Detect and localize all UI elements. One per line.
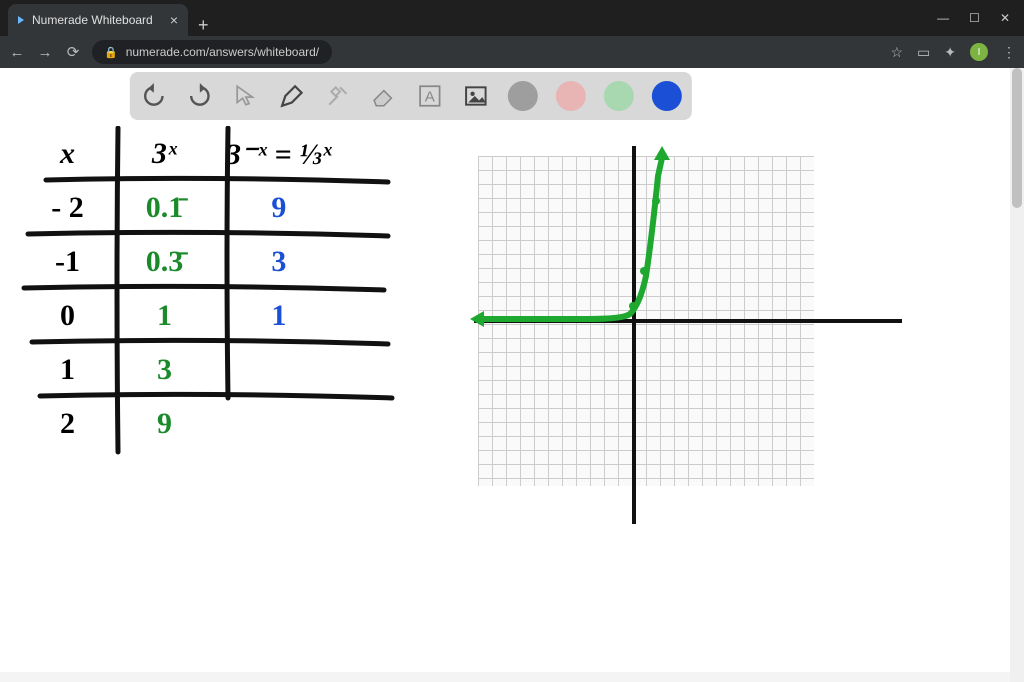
cell-3x: 1 xyxy=(117,290,212,342)
pointer-tool[interactable] xyxy=(232,82,260,110)
th-3negx: 3⁻ˣ = ⅓ˣ xyxy=(214,128,344,180)
browser-titlebar: Numerade Whiteboard × + — ☐ ✕ xyxy=(0,0,1024,36)
th-3x: 3ˣ xyxy=(117,128,212,180)
minimize-button[interactable]: — xyxy=(937,11,949,25)
forward-button[interactable]: → xyxy=(36,44,54,61)
close-tab-button[interactable]: × xyxy=(170,12,178,28)
close-window-button[interactable]: ✕ xyxy=(1000,11,1010,25)
undo-button[interactable] xyxy=(140,82,168,110)
cell-x: 1 xyxy=(20,344,115,396)
window-controls: — ☐ ✕ xyxy=(923,11,1024,25)
address-bar: ← → ⟳ 🔒 numerade.com/answers/whiteboard/… xyxy=(0,36,1024,68)
cell-x: 0 xyxy=(20,290,115,342)
data-table: x 3ˣ 3⁻ˣ = ⅓ˣ - 20.1̄9 -10.3̄3 011 13 29 xyxy=(18,126,346,452)
scrollbar-thumb[interactable] xyxy=(1012,68,1022,208)
cell-3x: 9 xyxy=(117,398,212,450)
cell-3nx xyxy=(214,344,344,396)
extensions-button[interactable]: ✦ xyxy=(944,44,956,61)
color-gray[interactable] xyxy=(508,81,538,111)
cell-3nx: 1 xyxy=(214,290,344,342)
url-text: numerade.com/answers/whiteboard/ xyxy=(126,45,319,59)
text-tool[interactable]: A xyxy=(416,82,444,110)
maximize-button[interactable]: ☐ xyxy=(969,11,980,25)
bookmark-star-button[interactable]: ☆ xyxy=(890,44,903,61)
redo-button[interactable] xyxy=(186,82,214,110)
th-x: x xyxy=(20,128,115,180)
cast-icon[interactable]: ▭ xyxy=(917,44,930,61)
eraser-tool[interactable] xyxy=(370,82,398,110)
image-tool[interactable] xyxy=(462,82,490,110)
cell-3nx: 9 xyxy=(214,182,344,234)
color-pink[interactable] xyxy=(556,81,586,111)
browser-tab-active[interactable]: Numerade Whiteboard × xyxy=(8,4,188,36)
cell-x: 2 xyxy=(20,398,115,450)
new-tab-button[interactable]: + xyxy=(188,15,219,36)
pen-tool[interactable] xyxy=(278,82,306,110)
color-green[interactable] xyxy=(604,81,634,111)
graph-panel xyxy=(478,156,814,486)
reload-button[interactable]: ⟳ xyxy=(64,43,82,61)
profile-avatar[interactable]: I xyxy=(970,43,988,61)
exp-curve xyxy=(468,146,828,506)
whiteboard-canvas[interactable]: A x 3ˣ 3⁻ˣ = ⅓ˣ - 20.1̄9 -10.3̄3 011 13 … xyxy=(0,68,1024,682)
play-favicon-icon xyxy=(18,16,24,24)
tab-strip: Numerade Whiteboard × + xyxy=(0,0,219,36)
cell-3x: 0.3̄ xyxy=(117,236,212,288)
cell-3nx: 3 xyxy=(214,236,344,288)
url-input[interactable]: 🔒 numerade.com/answers/whiteboard/ xyxy=(92,40,332,64)
tab-title: Numerade Whiteboard xyxy=(32,13,153,27)
tools-button[interactable] xyxy=(324,82,352,110)
vertical-scrollbar[interactable] xyxy=(1010,68,1024,682)
browser-menu-button[interactable]: ⋮ xyxy=(1002,44,1016,61)
cell-x: -1 xyxy=(20,236,115,288)
cell-x: - 2 xyxy=(20,182,115,234)
horizontal-scrollbar[interactable] xyxy=(0,672,1010,682)
cell-3nx xyxy=(214,398,344,450)
cell-3x: 3 xyxy=(117,344,212,396)
lock-icon: 🔒 xyxy=(104,46,118,59)
back-button[interactable]: ← xyxy=(8,44,26,61)
color-blue[interactable] xyxy=(652,81,682,111)
addr-right-controls: ☆ ▭ ✦ I ⋮ xyxy=(890,43,1016,61)
svg-text:A: A xyxy=(425,88,436,105)
cell-3x: 0.1̄ xyxy=(117,182,212,234)
whiteboard-toolbar: A xyxy=(130,72,692,120)
